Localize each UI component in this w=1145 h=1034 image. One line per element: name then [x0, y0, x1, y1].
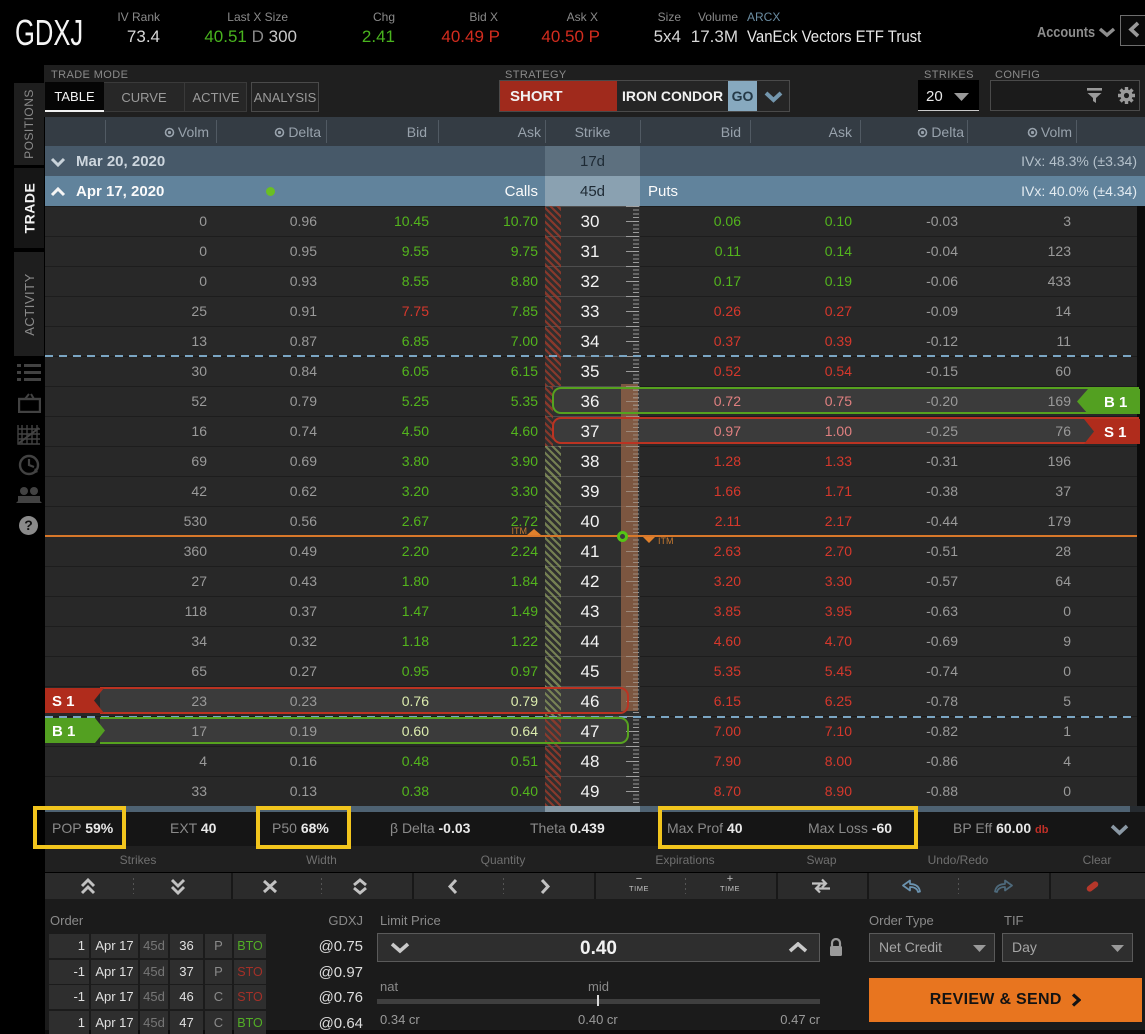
svg-text:S 1: S 1: [52, 693, 75, 710]
svg-text:B 1: B 1: [1104, 394, 1127, 411]
svg-text:B 1: B 1: [52, 723, 75, 740]
svg-text:S 1: S 1: [1104, 424, 1127, 441]
